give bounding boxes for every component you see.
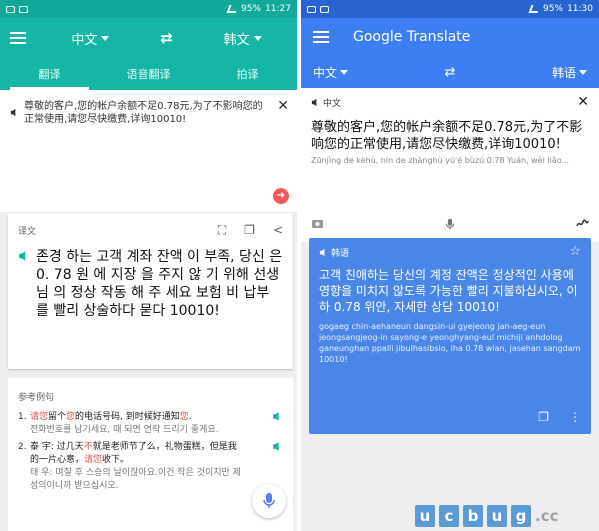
target-language-select[interactable]: 韩语 [552,64,587,81]
translate-go-button[interactable]: ➔ [273,188,289,204]
translated-text: 고객 친애하는 당신의 계정 잔액은 정상적인 사용에 영향을 미치지 않도록 … [319,268,578,314]
notification-icon [6,5,15,13]
left-app-screen: 95% 11:27 中文 ⇄ 韩文 翻译 语音翻译 拍译 尊敬的客户,您的帐户余… [0,0,297,531]
tab-translate[interactable]: 翻译 [0,58,99,90]
site-watermark: u c b u g .cc [415,505,558,527]
copy-icon[interactable]: ❐ [538,410,549,424]
notification-icon [307,5,316,13]
clear-icon[interactable]: ✕ [277,98,289,114]
menu-icon[interactable] [313,31,329,43]
mode-tabs: 翻译 语音翻译 拍译 [0,58,297,90]
translation-romanization: gogaeg chin-aehaneun dangsin-ui gyejeong… [319,322,581,364]
star-icon[interactable]: ☆ [569,244,581,259]
right-app-screen: 95% 11:30 Google Translate 中文 ⇄ 韩语 中文 ✕ … [301,0,599,531]
share-icon[interactable]: < [273,223,283,238]
source-romanization: Zūnjìng de kèhù, nín de zhànghù yú'é bùz… [311,156,570,165]
speaker-icon[interactable] [18,248,30,320]
voice-input-button[interactable] [252,484,286,518]
battery-percent: 95% [543,4,564,14]
target-lang-label: 韩语 [331,249,350,259]
menu-icon[interactable] [10,32,26,44]
status-bar: 95% 11:30 [301,0,599,18]
copy-icon[interactable]: ❐ [244,223,255,238]
microphone-icon[interactable] [445,218,455,234]
source-text[interactable]: 尊敬的客户,您的帐户余额不足0.78元,为了不影响您的正常使用,请您尽快缴费,详… [311,119,589,153]
more-options-icon[interactable]: ⋮ [569,410,581,424]
translation-card: 韩语 ☆ 고객 친애하는 당신의 계정 잔액은 정상적인 사용에 영향을 미치지… [309,238,591,434]
source-input-area[interactable]: 中文 ✕ 尊敬的客户,您的帐户余额不足0.78元,为了不影响您的正常使用,请您尽… [301,88,599,242]
swap-languages-icon[interactable]: ⇄ [348,65,552,80]
microphone-icon [263,493,275,508]
speaker-icon[interactable] [267,411,283,437]
list-item[interactable]: 1. 请您留个您的电话号码, 到时候好通知您. 전화번호를 남기세요, 때 되면… [18,411,283,437]
source-language-select[interactable]: 中文 [313,64,349,81]
tab-photo-translate[interactable]: 拍译 [198,58,297,90]
dropdown-arrow-icon [101,35,110,41]
dropdown-arrow-icon [579,69,587,75]
list-item[interactable]: 2. 泰 宇: 过几天不就是老师节了么，礼物蛋糕，但是我的一片心意，请您收下。 … [18,441,283,493]
app-toolbar: 中文 ⇄ 韩文 [0,18,297,58]
app-bar: Google Translate [301,18,599,56]
swap-languages-icon[interactable]: ⇄ [160,29,173,47]
battery-percent: 95% [241,4,262,14]
speaker-icon[interactable] [311,98,320,107]
notification-icon [19,5,28,13]
source-input-area[interactable]: 尊敬的客户,您的帐户余额不足0.78元,为了不影响您的正常使用,请您尽快缴费,详… [0,90,297,212]
signal-icon [226,5,239,13]
source-text[interactable]: 尊敬的客户,您的帐户余额不足0.78元,为了不影响您的正常使用,请您尽快缴费,详… [12,100,269,126]
clear-icon[interactable]: ✕ [577,94,589,110]
example-sentences: 参考例句 1. 请您留个您的电话号码, 到时候好通知您. 전화번호를 남기세요,… [8,378,293,531]
source-lang-label: 中文 [323,99,342,109]
speaker-icon[interactable] [319,248,328,257]
language-bar: 中文 ⇄ 韩语 [301,56,599,88]
target-language-select[interactable]: 韩文 [224,29,262,48]
translated-text: 존경 하는 고객 계좌 잔액 이 부족, 당신 은 0. 78 원 에 지장 을… [36,249,283,319]
clock: 11:30 [567,4,593,14]
tab-voice-translate[interactable]: 语音翻译 [99,58,198,90]
speaker-icon[interactable] [10,102,19,121]
clock: 11:27 [265,4,291,14]
notification-icon [320,5,329,13]
signal-icon [528,5,541,13]
status-bar: 95% 11:27 [0,0,297,18]
source-language-select[interactable]: 中文 [71,29,110,48]
dropdown-arrow-icon [340,69,349,75]
translation-card: 译文 ⛶ ❐ < 존경 하는 고객 계좌 잔액 이 부족, 당신 은 0. 78… [8,213,293,369]
fullscreen-icon[interactable]: ⛶ [218,223,226,238]
result-label: 译文 [18,227,37,237]
handwriting-icon[interactable] [576,218,589,234]
camera-icon[interactable] [311,218,324,234]
examples-title: 参考例句 [18,393,55,403]
app-title: Google Translate [353,29,471,45]
dropdown-arrow-icon [253,35,262,41]
